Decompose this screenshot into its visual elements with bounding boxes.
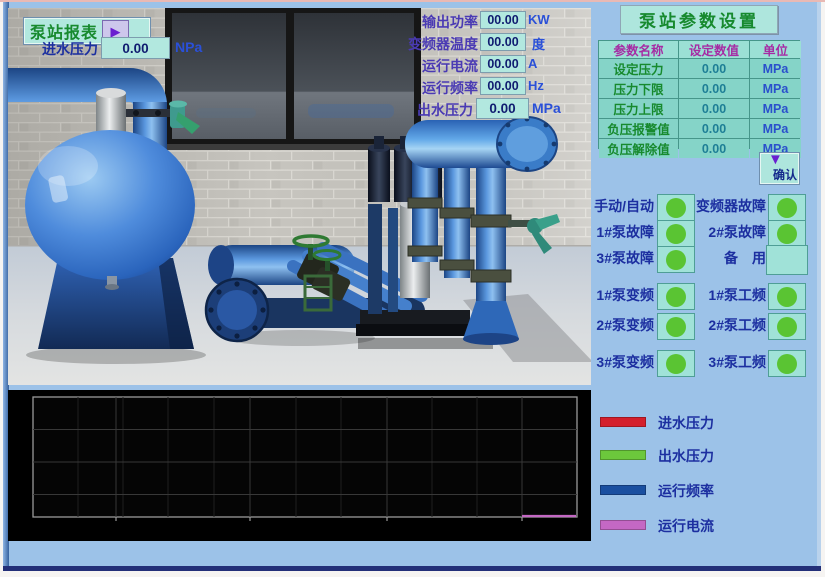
status-label-pump2-vfd: 2#泵变频 bbox=[570, 313, 654, 338]
frame-right-edge bbox=[817, 2, 821, 569]
status-label-pump3-vfd: 3#泵变频 bbox=[570, 350, 654, 375]
legend-label-current: 运行电流 bbox=[658, 516, 714, 536]
inlet-pressure-unit: NPa bbox=[175, 39, 202, 55]
led-circle bbox=[777, 354, 797, 374]
led-vfd-fault bbox=[768, 194, 806, 221]
vfd-temp-label: 变频器温度 bbox=[385, 34, 478, 54]
led-circle bbox=[777, 317, 797, 337]
output-power-label: 输出功率 bbox=[385, 12, 478, 32]
vfd-temp-value: 00.00 bbox=[480, 33, 526, 51]
outlet-pressure-value: 0.00 bbox=[476, 98, 529, 119]
params-panel-title: 泵站参数设置 bbox=[620, 5, 778, 34]
led-circle bbox=[777, 198, 797, 218]
status-label-spare: 备 用 bbox=[683, 246, 766, 271]
outlet-pressure-unit: MPa bbox=[532, 100, 561, 116]
param-name: 负压报警值 bbox=[599, 119, 678, 138]
legend-swatch-current bbox=[600, 520, 646, 530]
output-power-value: 00.00 bbox=[480, 11, 526, 29]
param-value-input[interactable]: 0.00 bbox=[679, 79, 749, 98]
run-freq-label: 运行频率 bbox=[385, 78, 478, 98]
legend-label-outlet: 出水压力 bbox=[658, 446, 714, 466]
led-pump2-fault bbox=[768, 220, 806, 247]
vfd-temp-unit: 度 bbox=[532, 34, 545, 53]
pressure-tank bbox=[25, 130, 206, 364]
param-unit: MPa bbox=[750, 119, 801, 138]
led-pump2-mains bbox=[768, 313, 806, 340]
status-label-pump1-mains: 1#泵工频 bbox=[683, 283, 766, 308]
run-freq-value: 00.00 bbox=[480, 77, 526, 95]
run-current-unit: A bbox=[528, 56, 537, 71]
legend-swatch-inlet bbox=[600, 417, 646, 427]
status-label-pump1-vfd: 1#泵变频 bbox=[570, 283, 654, 308]
param-name: 负压解除值 bbox=[599, 139, 678, 158]
status-label-pump3-mains: 3#泵工频 bbox=[683, 350, 766, 375]
frame-top-edge bbox=[0, 0, 825, 2]
led-spare bbox=[766, 245, 808, 275]
confirm-button-label: 确认 bbox=[773, 166, 797, 183]
status-label-auto-manual: 手动/自动 bbox=[570, 194, 654, 219]
run-freq-unit: Hz bbox=[528, 78, 544, 93]
output-power-unit: KW bbox=[528, 12, 550, 27]
col-header-name: 参数名称 bbox=[599, 41, 678, 58]
status-label-pump2-fault: 2#泵故障 bbox=[683, 220, 766, 245]
col-header-value: 设定数值 bbox=[679, 41, 749, 58]
status-label-pump2-mains: 2#泵工频 bbox=[683, 313, 766, 338]
status-label-vfd-fault: 变频器故障 bbox=[683, 194, 766, 219]
param-value-input[interactable]: 0.00 bbox=[679, 119, 749, 138]
trend-chart bbox=[8, 390, 591, 541]
inlet-pressure-label: 进水压力 bbox=[12, 39, 98, 59]
legend-swatch-frequency bbox=[600, 485, 646, 495]
param-value-input[interactable]: 0.00 bbox=[679, 99, 749, 118]
param-unit: MPa bbox=[750, 99, 801, 118]
param-value-input[interactable]: 0.00 bbox=[679, 139, 749, 158]
inlet-pressure-value: 0.00 bbox=[101, 37, 170, 59]
param-name: 压力下限 bbox=[599, 79, 678, 98]
led-circle bbox=[777, 224, 797, 244]
outlet-pressure-label: 出水压力 bbox=[385, 100, 473, 120]
legend-swatch-outlet bbox=[600, 450, 646, 460]
run-current-label: 运行电流 bbox=[385, 56, 478, 76]
led-pump3-mains bbox=[768, 350, 806, 377]
legend-label-frequency: 运行频率 bbox=[658, 481, 714, 501]
status-label-pump1-fault: 1#泵故障 bbox=[570, 220, 654, 245]
param-name: 压力上限 bbox=[599, 99, 678, 118]
status-label-pump3-fault: 3#泵故障 bbox=[570, 246, 654, 271]
led-pump1-mains bbox=[768, 283, 806, 310]
param-value-input[interactable]: 0.00 bbox=[679, 59, 749, 78]
confirm-button[interactable]: ▼ 确认 bbox=[759, 152, 800, 185]
pump-station-3d-scene: 泵站报表 ▶ 进水压力 0.00 NPa 输出功率 00.00 KW 变频器温度… bbox=[8, 8, 591, 385]
param-unit: MPa bbox=[750, 79, 801, 98]
frame-bottom-edge bbox=[3, 566, 821, 571]
params-table: 参数名称 设定数值 单位 设定压力 0.00 MPa 压力下限 0.00 MPa… bbox=[598, 40, 800, 149]
legend-label-inlet: 进水压力 bbox=[658, 413, 714, 433]
trend-chart-panel bbox=[8, 390, 591, 541]
col-header-unit: 单位 bbox=[750, 41, 801, 58]
led-circle bbox=[777, 287, 797, 307]
param-unit: MPa bbox=[750, 59, 801, 78]
run-current-value: 00.00 bbox=[480, 55, 526, 73]
param-name: 设定压力 bbox=[599, 59, 678, 78]
